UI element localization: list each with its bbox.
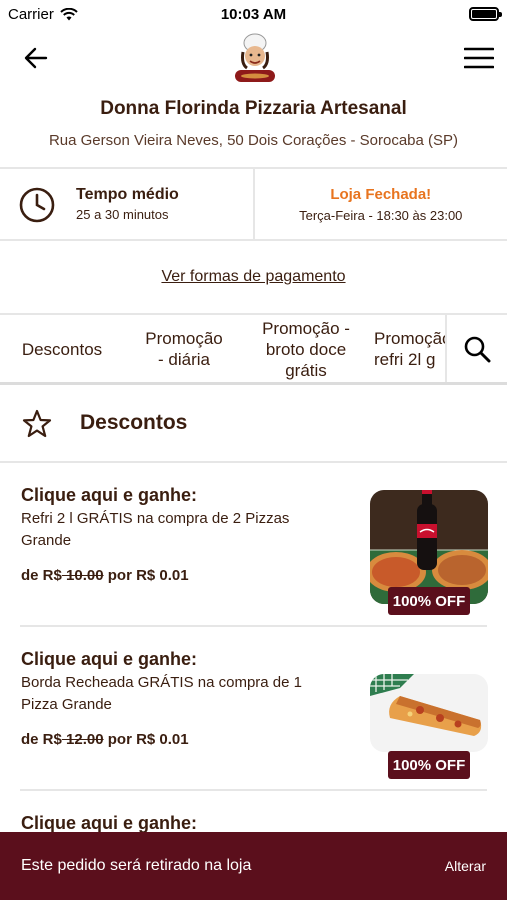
hamburger-menu-icon [464,47,494,69]
old-price: 12.00 [61,731,104,748]
arrow-left-icon [24,47,48,69]
item-description: Refri 2 l GRÁTIS na compra de 2 Pizzas G… [21,510,290,549]
payment-methods-link[interactable]: Ver formas de pagamento [161,268,345,286]
section-title: Descontos [80,411,188,434]
price-connector: por [103,731,137,748]
price-prefix: de R$ [21,731,62,748]
carrier-label: Carrier [8,5,54,23]
item-description: Borda Recheada GRÁTIS na compra de 1 Piz… [21,674,302,713]
tab-descontos[interactable]: Descontos [0,315,124,382]
item-image [370,674,488,752]
clock-icon [19,187,55,223]
store-address: Rua Gerson Vieira Neves, 50 Dois Coraçõe… [48,132,459,149]
back-button[interactable] [18,40,54,76]
old-price: 10.00 [61,567,104,584]
store-info-row: Tempo médio 25 a 30 minutos Loja Fechada… [0,167,507,241]
item-title: Clique aqui e ganhe: [21,485,198,505]
item-title: Clique aqui e ganhe: [21,649,198,669]
nav-bar [0,28,507,88]
carrier-group: Carrier [8,6,78,23]
battery-icon [469,7,502,21]
avg-time-value: 25 a 30 minutos [76,207,169,222]
new-price: R$ 0.01 [136,731,189,748]
avg-time-cell: Tempo médio 25 a 30 minutos [0,169,253,239]
store-status-title: Loja Fechada! [330,186,432,203]
discount-badge: 100% OFF [388,751,470,779]
list-item[interactable]: Clique aqui e ganhe: Refri 2 l GRÁTIS na… [0,463,507,627]
payment-row: Ver formas de pagamento [0,241,507,315]
section-header: Descontos [0,385,507,463]
list-item[interactable]: Clique aqui e ganhe: [0,791,507,832]
menu-button[interactable] [461,40,497,76]
discount-badge: 100% OFF [388,587,470,615]
star-icon [22,409,52,438]
tab-promocao-broto[interactable]: Promoção - broto doce grátis [244,315,368,382]
price-prefix: de R$ [21,567,62,584]
search-button[interactable] [445,315,507,382]
price-connector: por [103,567,137,584]
search-icon [464,336,491,363]
pickup-bar: Este pedido será retirado na loja Altera… [0,832,507,900]
store-hours: Terça-Feira - 18:30 às 23:00 [299,208,463,223]
status-bar: Carrier 10:03 AM [0,0,507,28]
tab-promocao-diaria[interactable]: Promoção - diária [124,315,244,382]
item-price: de R$ 10.00 por R$ 0.01 [21,567,189,584]
store-name: Donna Florinda Pizzaria Artesanal [100,98,407,119]
new-price: R$ 0.01 [136,567,189,584]
category-tabs: Descontos Promoção - diária Promoção - b… [0,315,507,385]
list-item[interactable]: Clique aqui e ganhe: Borda Recheada GRÁT… [0,627,507,791]
item-title: Clique aqui e ganhe: [21,813,198,832]
item-price: de R$ 12.00 por R$ 0.01 [21,731,189,748]
pickup-text: Este pedido será retirado na loja [21,857,252,874]
store-status-cell: Loja Fechada! Terça-Feira - 18:30 às 23:… [252,169,507,239]
change-button[interactable]: Alterar [445,858,486,874]
wifi-icon [60,7,78,20]
avg-time-title: Tempo médio [76,186,179,203]
store-logo [235,33,275,82]
